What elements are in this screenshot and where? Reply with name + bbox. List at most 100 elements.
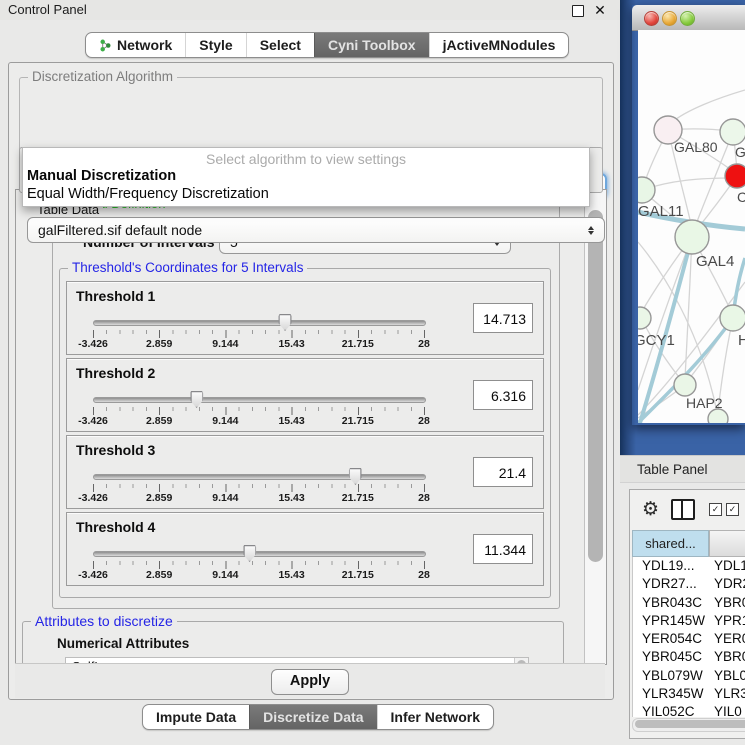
table-data-combobox[interactable]: galFiltered.sif default node xyxy=(27,217,605,243)
table-row[interactable]: YDR27...YDR2 xyxy=(633,575,745,593)
table-cell[interactable]: YBR0 xyxy=(710,594,745,612)
vertical-scrollbar[interactable] xyxy=(584,190,606,664)
apply-button[interactable]: Apply xyxy=(271,669,349,695)
combo-arrows-icon xyxy=(588,226,594,235)
close-icon[interactable]: ✕ xyxy=(592,1,608,19)
tab-network[interactable]: Network xyxy=(86,33,185,57)
slider-thumb[interactable] xyxy=(243,545,256,562)
node-bottom[interactable] xyxy=(708,409,728,423)
tab-jactivemnodules[interactable]: jActiveMNodules xyxy=(429,33,569,57)
control-panel-title: Control Panel xyxy=(0,0,620,20)
table-cell[interactable]: YER0 xyxy=(710,630,745,648)
table-row[interactable]: YPR145WYPR1 xyxy=(633,612,745,630)
control-panel: Control Panel ✕ NetworkStyleSelectCyni T… xyxy=(0,0,620,745)
table-cell[interactable]: YBL079W xyxy=(633,667,710,685)
numerical-attributes-label: Numerical Attributes xyxy=(57,636,563,651)
horizontal-scrollbar[interactable] xyxy=(632,718,745,732)
checkbox-checked-icon[interactable]: ✓ xyxy=(726,503,739,516)
table-cell[interactable]: YIL0 xyxy=(710,703,745,717)
tick-label: 15.43 xyxy=(278,415,304,427)
table-cell[interactable]: YBL0 xyxy=(710,667,745,685)
threshold-4-slider[interactable] xyxy=(93,551,426,557)
table-row[interactable]: YBR043CYBR0 xyxy=(633,594,745,612)
checkbox-checked-icon[interactable]: ✓ xyxy=(709,503,722,516)
tick-label: 15.43 xyxy=(278,569,304,581)
node-gcy1[interactable] xyxy=(638,307,651,329)
network-window-titlebar[interactable] xyxy=(632,5,745,31)
tick-label: 9.144 xyxy=(212,338,238,350)
slider-thumb[interactable] xyxy=(279,314,292,331)
mac-minimize-icon[interactable] xyxy=(662,11,677,26)
table-cell[interactable]: YDR27... xyxy=(633,575,710,593)
column-header-name[interactable]: na xyxy=(709,530,745,557)
slider-thumb[interactable] xyxy=(349,468,362,485)
horizontal-scrollbar-thumb[interactable] xyxy=(635,720,745,728)
gear-icon[interactable]: ⚙ xyxy=(642,500,659,519)
tab-style[interactable]: Style xyxy=(185,33,245,57)
table-row[interactable]: YBL079WYBL0 xyxy=(633,667,745,685)
threshold-3-value-field[interactable]: 21.4 xyxy=(473,457,533,487)
node-red[interactable] xyxy=(725,164,745,188)
node-gal4[interactable] xyxy=(675,220,709,254)
float-window-icon[interactable] xyxy=(572,5,584,17)
mac-close-icon[interactable] xyxy=(644,11,659,26)
table-cell[interactable]: YBR0 xyxy=(710,648,745,666)
tick-label: 21.715 xyxy=(342,569,374,581)
top-tab-bar: NetworkStyleSelectCyni ToolboxjActiveMNo… xyxy=(85,32,569,58)
vertical-scrollbar-thumb[interactable] xyxy=(588,210,603,562)
slider-tick-labels: -3.4262.8599.14415.4321.71528 xyxy=(93,492,424,504)
tick-label: 9.144 xyxy=(212,569,238,581)
tick-label: 28 xyxy=(418,338,430,350)
table-cell[interactable]: YER054C xyxy=(633,630,710,648)
tab-impute-data[interactable]: Impute Data xyxy=(143,705,249,729)
tick-label: 28 xyxy=(418,569,430,581)
svg-text:GAL11: GAL11 xyxy=(638,203,684,220)
dropdown-prompt: Select algorithm to view settings xyxy=(23,151,589,167)
table-row[interactable]: YER054CYER0 xyxy=(633,630,745,648)
threshold-4-panel: Threshold 4 -3.4262.8599.14415.4321.7152… xyxy=(66,512,544,586)
settings-scrollpane: Interval Definition Number of Intervals … xyxy=(15,189,607,665)
dropdown-option-manual-discretization[interactable]: Manual Discretization xyxy=(27,168,176,184)
network-canvas[interactable]: GAL80 GA C GAL11 GAL4 GCY1 H HAP2 xyxy=(638,30,745,423)
table-row[interactable]: YLR345WYLR3 xyxy=(633,685,745,703)
svg-text:GA: GA xyxy=(735,144,745,160)
tab-cyni-toolbox[interactable]: Cyni Toolbox xyxy=(314,33,429,57)
table-cell[interactable]: YBR043C xyxy=(633,594,710,612)
table-cell[interactable]: YLR345W xyxy=(633,685,710,703)
threshold-2-slider[interactable] xyxy=(93,397,426,403)
node-table: shared... na YDL19...YDL1YDR27...YDR2YBR… xyxy=(632,530,745,717)
threshold-4-value-field[interactable]: 11.344 xyxy=(473,534,533,564)
table-cell[interactable]: YBR045C xyxy=(633,648,710,666)
tab-discretize-data[interactable]: Discretize Data xyxy=(249,705,376,729)
table-cell[interactable]: YDL19... xyxy=(633,557,710,575)
table-row[interactable]: YIL052CYIL0 xyxy=(633,703,745,717)
node-h[interactable] xyxy=(720,305,745,331)
table-row[interactable]: YBR045CYBR0 xyxy=(633,648,745,666)
tab-infer-network[interactable]: Infer Network xyxy=(377,705,493,729)
tick-label: 2.859 xyxy=(146,415,172,427)
table-cell[interactable]: YDR2 xyxy=(710,575,745,593)
node-ga[interactable] xyxy=(720,119,745,145)
table-cell[interactable]: YIL052C xyxy=(633,703,710,717)
column-header-shared-name[interactable]: shared... xyxy=(632,530,709,557)
tick-label: -3.426 xyxy=(78,569,108,581)
table-cell[interactable]: YDL1 xyxy=(710,557,745,575)
threshold-3-slider[interactable] xyxy=(93,474,426,480)
threshold-1-panel: Threshold 1 -3.4262.8599.14415.4321.7152… xyxy=(66,281,544,355)
cyni-toolbox-panel: Discretization Algorithm Manual Discreti… xyxy=(8,62,614,700)
threshold-1-value-field[interactable]: 14.713 xyxy=(473,303,533,333)
tick-label: 21.715 xyxy=(342,492,374,504)
table-cell[interactable]: YPR1 xyxy=(710,612,745,630)
mac-zoom-icon[interactable] xyxy=(680,11,695,26)
threshold-2-value-field[interactable]: 6.316 xyxy=(473,380,533,410)
columns-icon[interactable] xyxy=(671,499,695,520)
node-hap2[interactable] xyxy=(674,374,696,396)
threshold-1-slider[interactable] xyxy=(93,320,426,326)
table-cell[interactable]: YLR3 xyxy=(710,685,745,703)
table-row[interactable]: YDL19...YDL1 xyxy=(633,557,745,575)
table-cell[interactable]: YPR145W xyxy=(633,612,710,630)
tick-label: 15.43 xyxy=(278,492,304,504)
tab-select[interactable]: Select xyxy=(246,33,314,57)
dropdown-option-equal-width-frequency[interactable]: Equal Width/Frequency Discretization xyxy=(27,186,269,202)
slider-thumb[interactable] xyxy=(190,391,203,408)
